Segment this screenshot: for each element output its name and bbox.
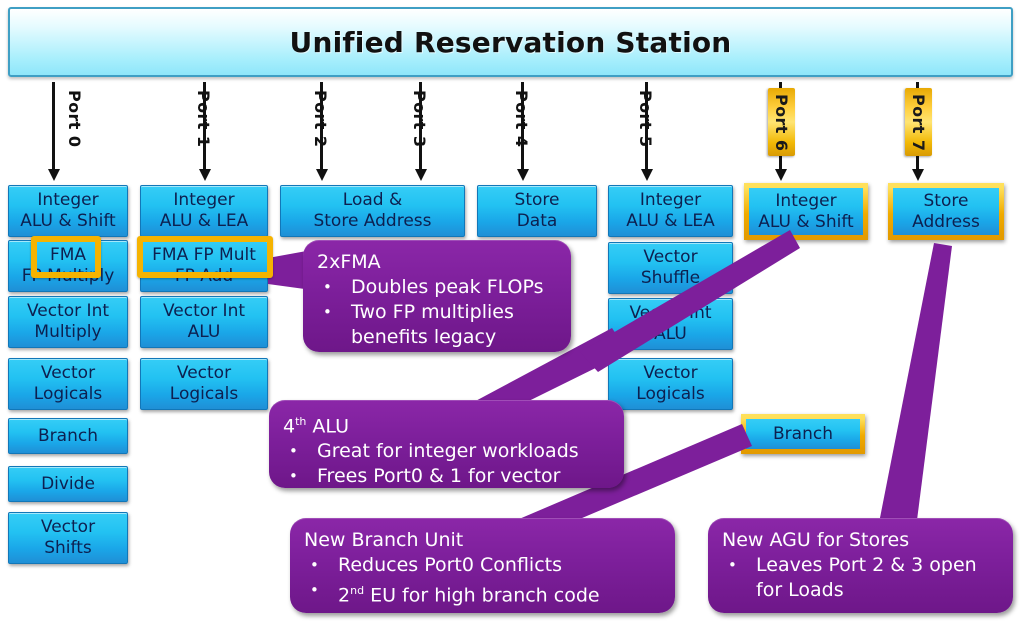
callout-title-rest: ALU [306, 415, 349, 438]
bullet-icon: • [323, 303, 332, 321]
bullet-item: • Frees Port0 & 1 for vector [283, 464, 610, 489]
bullet-icon: • [728, 556, 737, 574]
bullet-icon: • [289, 467, 298, 486]
callout-title: 2xFMA [317, 251, 381, 273]
callout-title: New Branch Unit [304, 529, 464, 551]
callout-title: New AGU for Stores [722, 529, 910, 551]
bullet-num: 2 [338, 584, 351, 607]
bullet-item: • 2nd EU for high branch code [304, 578, 661, 608]
bullet-sup: nd [350, 584, 365, 597]
bullet-text: Reduces Port0 Conflicts [338, 554, 562, 576]
callout-title-num: 4 [283, 415, 296, 438]
bullet-icon: • [310, 581, 319, 599]
callout-new-branch-unit: New Branch Unit • Reduces Port0 Conflict… [290, 518, 675, 613]
bullet-text: 2nd EU for high branch code [338, 578, 661, 608]
bullet-text: Two FP multiplies benefits legacy [351, 301, 514, 348]
bullet-item: • Leaves Port 2 & 3 open for Loads [722, 553, 999, 603]
callout-4th-alu: 4th ALU • Great for integer workloads • … [269, 400, 624, 488]
bullet-item: • Great for integer workloads [283, 439, 610, 464]
bullet-text: Leaves Port 2 & 3 open for Loads [756, 554, 977, 601]
callout-title-sup: th [295, 415, 307, 428]
bullet-rest: EU for high branch code [364, 584, 600, 607]
bullet-icon: • [310, 556, 319, 574]
callout-title: 4th ALU [283, 410, 610, 438]
bullet-item: • Doubles peak FLOPs [317, 275, 557, 300]
bullet-text: Great for integer workloads [317, 440, 579, 463]
diagram-canvas: Unified Reservation Station Port 0 Port … [0, 0, 1023, 623]
callout-new-agu-for-stores: New AGU for Stores • Leaves Port 2 & 3 o… [708, 518, 1013, 613]
bullet-icon: • [323, 278, 332, 296]
bullet-text: Frees Port0 & 1 for vector [317, 465, 561, 488]
callout-2xfma: 2xFMA • Doubles peak FLOPs • Two FP mult… [303, 240, 571, 352]
bullet-text: Doubles peak FLOPs [351, 276, 544, 298]
bullet-item: • Reduces Port0 Conflicts [304, 553, 661, 578]
bullet-icon: • [289, 442, 298, 461]
bullet-item: • Two FP multiplies benefits legacy [317, 300, 557, 350]
